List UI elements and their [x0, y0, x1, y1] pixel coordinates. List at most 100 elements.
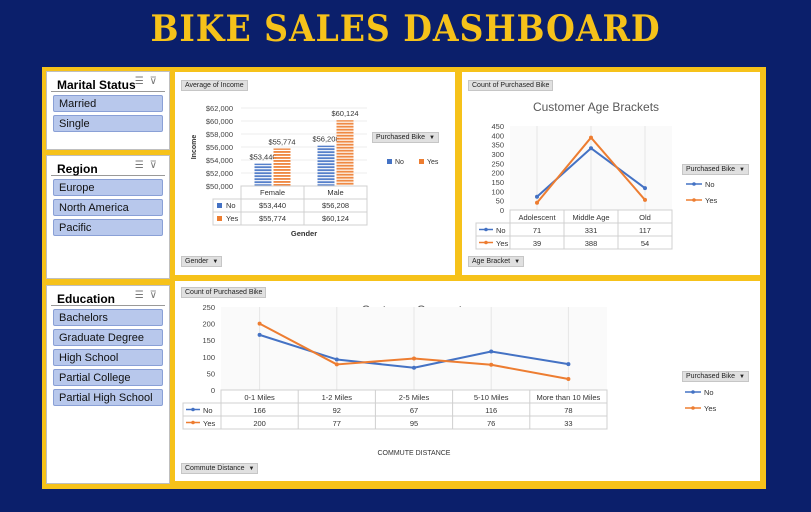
multi-select-icon[interactable]: ☰⊽	[135, 160, 163, 171]
slicer-item-bachelors[interactable]: Bachelors	[53, 309, 163, 326]
data-table-value: $55,774	[259, 214, 286, 223]
data-table-value: $56,208	[322, 201, 349, 210]
y-axis-title: Income	[191, 135, 198, 160]
y-tick-label: 450	[491, 122, 504, 131]
y-tick-label: $54,000	[206, 156, 233, 165]
x-category-label: Middle Age	[572, 213, 609, 222]
x-category-label: 2-5 Miles	[399, 393, 430, 402]
y-tick-label: 150	[491, 178, 504, 187]
data-table-value: 71	[533, 226, 541, 235]
legend-label-no: No	[395, 159, 404, 166]
data-table-value: $53,440	[259, 201, 286, 210]
y-tick-label: 100	[491, 187, 504, 196]
y-tick-label: 400	[491, 131, 504, 140]
data-table-value: 78	[564, 406, 572, 415]
x-category-label: Adolescent	[518, 213, 556, 222]
slicer-region: Region ☰⊽ Europe North America Pacific	[46, 155, 170, 279]
x-axis-title: Gender	[291, 229, 317, 238]
commute-panel: Count of Purchased Bike Purchased Bike ▼ …	[175, 281, 760, 481]
data-table-value: 95	[410, 419, 418, 428]
data-table-series-name: No	[226, 201, 236, 210]
legend-key-marker	[191, 407, 195, 412]
chart-title: Customer Age Brackets	[533, 100, 659, 114]
data-point	[566, 362, 571, 367]
legend-swatch	[217, 216, 222, 221]
data-table-series-name: Yes	[496, 239, 508, 248]
y-tick-label: $60,000	[206, 117, 233, 126]
data-table-value: 116	[485, 406, 497, 415]
legend-swatch-yes	[419, 159, 424, 164]
y-tick-label: 300	[491, 150, 504, 159]
y-tick-label: $50,000	[206, 182, 233, 191]
data-point	[489, 362, 494, 367]
y-tick-label: 50	[496, 197, 504, 206]
legend-key-marker	[484, 227, 488, 232]
data-table-value: 92	[333, 406, 341, 415]
slicer-item-married[interactable]: Married	[53, 95, 163, 112]
data-point	[589, 146, 593, 151]
y-tick-label: 0	[500, 206, 504, 215]
data-point	[643, 197, 647, 202]
slicer-item-partial-college[interactable]: Partial College	[53, 369, 163, 386]
data-point	[535, 194, 539, 199]
y-tick-label: $58,000	[206, 130, 233, 139]
y-tick-label: $56,000	[206, 143, 233, 152]
slicer-marital-status: Marital Status ☰⊽ Married Single	[46, 71, 170, 150]
data-label: $56,208	[312, 135, 339, 144]
slicer-item-partial-high-school[interactable]: Partial High School	[53, 389, 163, 406]
data-table-value: 200	[253, 419, 266, 428]
multi-select-icon[interactable]: ☰⊽	[135, 76, 163, 87]
legend-label: Yes	[705, 196, 717, 205]
dashboard-title: BIKE SALES DASHBOARD	[150, 8, 661, 50]
slicer-header: Marital Status ☰⊽	[51, 72, 165, 92]
x-category-label: 1-2 Miles	[322, 393, 353, 402]
data-table-value: 388	[585, 239, 598, 248]
data-table-series-name: Yes	[226, 214, 238, 223]
data-table-series-name: No	[496, 226, 506, 235]
slicer-item-single[interactable]: Single	[53, 115, 163, 132]
slicer-item-pacific[interactable]: Pacific	[53, 219, 163, 236]
data-table-value: $60,124	[322, 214, 349, 223]
multi-select-icon[interactable]: ☰⊽	[135, 290, 163, 301]
legend-marker	[691, 390, 695, 394]
slicer-title: Education	[57, 292, 116, 306]
slicer-item-high-school[interactable]: High School	[53, 349, 163, 366]
age-chart: Customer Age Brackets 050100150200250300 3…	[475, 100, 717, 250]
y-tick-label: $62,000	[206, 104, 233, 113]
legend-label: No	[704, 388, 714, 397]
y-tick-label: 50	[207, 369, 215, 378]
data-point	[334, 357, 339, 362]
data-table-value: 331	[585, 226, 598, 235]
data-label: $60,124	[331, 109, 358, 118]
y-tick-label: 100	[202, 353, 215, 362]
data-table-value: 33	[564, 419, 572, 428]
legend-swatch	[217, 203, 222, 208]
y-tick-label: 250	[491, 159, 504, 168]
x-axis-title: COMMUTE DISTANCE	[378, 450, 451, 457]
data-point	[257, 332, 262, 337]
x-category-label: 0-1 Miles	[244, 393, 275, 402]
slicer-header: Education ☰⊽	[51, 286, 165, 306]
x-category-label: Female	[260, 188, 285, 197]
y-tick-label: 0	[211, 386, 215, 395]
data-point	[257, 321, 262, 326]
legend-marker	[692, 198, 696, 202]
data-label: $53,440	[249, 153, 276, 162]
y-tick-label: 250	[202, 303, 215, 312]
data-point	[643, 186, 647, 191]
y-tick-label: $52,000	[206, 169, 233, 178]
data-label: $55,774	[268, 137, 295, 146]
slicer-title: Region	[57, 162, 98, 176]
legend-label: Yes	[704, 404, 716, 413]
legend-marker	[692, 182, 696, 186]
y-tick-label: 200	[202, 320, 215, 329]
y-tick-label: 200	[491, 169, 504, 178]
data-point	[412, 356, 416, 361]
legend-swatch-no	[387, 159, 392, 164]
slicer-header: Region ☰⊽	[51, 156, 165, 176]
slicer-item-graduate-degree[interactable]: Graduate Degree	[53, 329, 163, 346]
x-category-label: 5-10 Miles	[474, 393, 509, 402]
slicer-item-north-america[interactable]: North America	[53, 199, 163, 216]
slicer-item-europe[interactable]: Europe	[53, 179, 163, 196]
data-point	[535, 200, 539, 205]
